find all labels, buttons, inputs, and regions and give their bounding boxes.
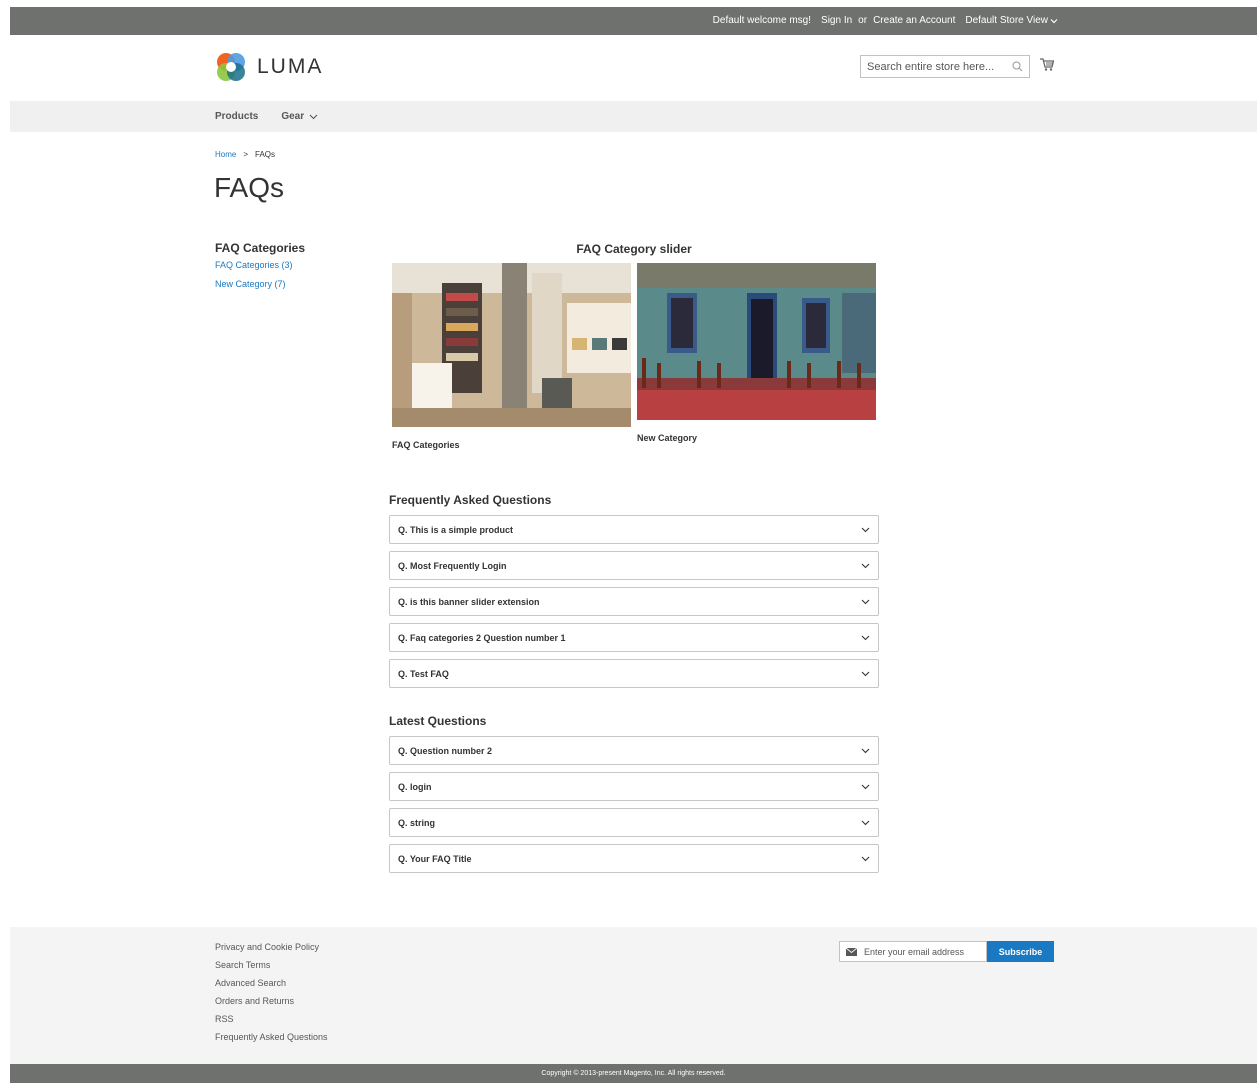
faq-question: Q. This is a simple product bbox=[398, 524, 514, 535]
breadcrumb-current: FAQs bbox=[255, 150, 276, 159]
nav-item-label: Products bbox=[215, 111, 259, 122]
top-links: Default welcome msg! Sign In or Create a… bbox=[713, 15, 1058, 26]
logo[interactable]: LUMA bbox=[215, 51, 323, 83]
chevron-down-icon bbox=[861, 671, 870, 676]
slide-faq-categories[interactable]: FAQ Categories bbox=[392, 263, 631, 450]
create-account-link[interactable]: Create an Account bbox=[873, 15, 955, 26]
footer-links: Privacy and Cookie Policy Search Terms A… bbox=[215, 942, 328, 1050]
chevron-down-icon bbox=[861, 599, 870, 604]
newsletter-form: Enter your email address Subscribe bbox=[839, 941, 1054, 962]
cart-icon[interactable] bbox=[1040, 58, 1055, 71]
luma-logo-icon bbox=[217, 53, 245, 81]
breadcrumb-home-link[interactable]: Home bbox=[215, 150, 236, 159]
chevron-down-icon bbox=[309, 114, 318, 119]
store-interior-image[interactable] bbox=[392, 263, 631, 427]
footer-link-rss[interactable]: RSS bbox=[215, 1014, 328, 1024]
faq-question: Q. Test FAQ bbox=[398, 668, 449, 679]
sidebar-link-new-category[interactable]: New Category (7) bbox=[215, 279, 365, 289]
chevron-down-icon bbox=[861, 527, 870, 532]
search-icon[interactable] bbox=[1012, 61, 1023, 72]
chevron-down-icon bbox=[861, 563, 870, 568]
newsletter-email-input[interactable]: Enter your email address bbox=[839, 941, 987, 962]
chevron-down-icon bbox=[861, 856, 870, 861]
faq-item[interactable]: Q. Question number 2 bbox=[389, 736, 879, 765]
footer-link-orders-returns[interactable]: Orders and Returns bbox=[215, 996, 328, 1006]
slider-title: FAQ Category slider bbox=[576, 242, 692, 256]
store-view-label: Default Store View bbox=[965, 15, 1048, 26]
faq-question: Q. string bbox=[398, 817, 436, 828]
latest-section-title: Latest Questions bbox=[389, 714, 487, 728]
footer-link-search-terms[interactable]: Search Terms bbox=[215, 960, 328, 970]
nav-items: Products Gear bbox=[215, 111, 318, 122]
faq-item[interactable]: Q. string bbox=[389, 808, 879, 837]
copyright: Copyright © 2013-present Magento, Inc. A… bbox=[10, 1064, 1257, 1083]
chevron-down-icon bbox=[861, 820, 870, 825]
faq-item[interactable]: Q. Test FAQ bbox=[389, 659, 879, 688]
newsletter-placeholder: Enter your email address bbox=[864, 946, 965, 957]
footer: Privacy and Cookie Policy Search Terms A… bbox=[10, 927, 1257, 1064]
header: LUMA Search entire store here... bbox=[10, 35, 1257, 101]
faq-question: Q. Faq categories 2 Question number 1 bbox=[398, 632, 566, 643]
top-panel: Default welcome msg! Sign In or Create a… bbox=[10, 7, 1257, 35]
main-navigation: Products Gear bbox=[10, 101, 1257, 132]
faq-item[interactable]: Q. is this banner slider extension bbox=[389, 587, 879, 616]
slide-new-category[interactable]: New Category bbox=[637, 263, 876, 443]
sidebar-title: FAQ Categories bbox=[215, 241, 306, 255]
envelope-icon bbox=[846, 947, 857, 956]
faq-question: Q. Your FAQ Title bbox=[398, 853, 472, 864]
sign-in-link[interactable]: Sign In bbox=[821, 15, 852, 26]
subscribe-button[interactable]: Subscribe bbox=[987, 941, 1054, 962]
chevron-down-icon bbox=[1050, 18, 1058, 23]
faq-categories-sidebar: FAQ Categories FAQ Categories (3) New Ca… bbox=[215, 241, 365, 298]
nav-item-products[interactable]: Products bbox=[215, 111, 258, 122]
sidebar-link-faq-categories[interactable]: FAQ Categories (3) bbox=[215, 260, 365, 270]
chevron-down-icon bbox=[861, 748, 870, 753]
slide-caption: FAQ Categories bbox=[392, 440, 460, 450]
chevron-down-icon bbox=[861, 635, 870, 640]
logo-text: LUMA bbox=[257, 55, 324, 78]
nav-item-gear[interactable]: Gear bbox=[281, 111, 318, 122]
faq-item[interactable]: Q. Your FAQ Title bbox=[389, 844, 879, 873]
faq-question: Q. is this banner slider extension bbox=[398, 596, 540, 607]
welcome-message: Default welcome msg! bbox=[712, 15, 812, 26]
chevron-down-icon bbox=[861, 784, 870, 789]
faq-item[interactable]: Q. Faq categories 2 Question number 1 bbox=[389, 623, 879, 652]
faq-item[interactable]: Q. This is a simple product bbox=[389, 515, 879, 544]
faq-section-title: Frequently Asked Questions bbox=[389, 493, 552, 507]
faq-list: Q. This is a simple product Q. Most Freq… bbox=[389, 515, 879, 695]
minicart[interactable] bbox=[1040, 58, 1055, 76]
store-view-switcher[interactable]: Default Store View bbox=[965, 15, 1058, 26]
breadcrumb-separator: > bbox=[243, 150, 249, 159]
faq-question: Q. Most Frequently Login bbox=[398, 560, 507, 571]
search-input[interactable]: Search entire store here... bbox=[860, 55, 1030, 78]
faq-question: Q. Question number 2 bbox=[398, 745, 493, 756]
faq-item[interactable]: Q. login bbox=[389, 772, 879, 801]
footer-link-faq[interactable]: Frequently Asked Questions bbox=[215, 1032, 328, 1042]
or-separator: or bbox=[858, 15, 868, 26]
page: Default welcome msg! Sign In or Create a… bbox=[10, 7, 1257, 1083]
search-placeholder: Search entire store here... bbox=[867, 60, 995, 73]
page-title: FAQs bbox=[214, 172, 285, 203]
footer-link-advanced-search[interactable]: Advanced Search bbox=[215, 978, 328, 988]
footer-link-privacy[interactable]: Privacy and Cookie Policy bbox=[215, 942, 328, 952]
latest-questions-list: Q. Question number 2 Q. login Q. string … bbox=[389, 736, 879, 880]
faq-item[interactable]: Q. Most Frequently Login bbox=[389, 551, 879, 580]
breadcrumb: Home > FAQs bbox=[215, 150, 275, 159]
cafe-facade-image[interactable] bbox=[637, 263, 876, 420]
nav-item-label: Gear bbox=[281, 111, 305, 122]
slide-caption: New Category bbox=[637, 433, 698, 443]
faq-question: Q. login bbox=[398, 781, 432, 792]
